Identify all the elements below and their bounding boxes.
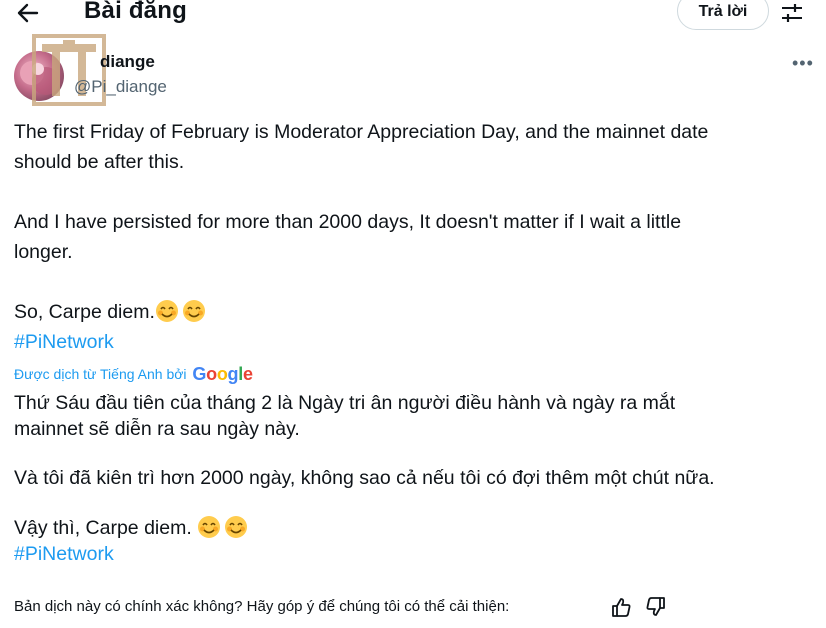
smiling-face-emoji-icon <box>155 300 178 322</box>
hashtag-link[interactable]: #PiNetwork <box>14 327 114 357</box>
author-name[interactable]: diange <box>100 52 155 72</box>
top-bar: Bài đăng Trả lời <box>0 0 826 30</box>
thumbs-up-icon[interactable] <box>610 596 632 618</box>
smiling-face-emoji-icon <box>182 300 205 322</box>
thumbs-down-icon[interactable] <box>645 596 667 618</box>
translated-hashtag-link[interactable]: #PiNetwork <box>14 540 114 568</box>
original-paragraph-3: So, Carpe diem. <box>14 297 814 327</box>
google-logo: Google <box>192 364 253 384</box>
translated-paragraph-2: Và tôi đã kiên trì hơn 2000 ngày, không … <box>14 467 715 489</box>
original-paragraph-1: The first Friday of February is Moderato… <box>14 117 814 177</box>
translated-p1-line1: Thứ Sáu đầu tiên của tháng 2 là Ngày tri… <box>14 392 676 414</box>
original-paragraph-2: And I have persisted for more than 2000 … <box>14 207 814 267</box>
translated-paragraph-3: Vậy thì, Carpe diem. <box>14 514 814 542</box>
author-handle[interactable]: @Pi_diange <box>74 77 167 97</box>
smiling-face-emoji-icon <box>198 516 221 538</box>
original-p3-text: So, Carpe diem. <box>14 301 155 323</box>
original-p1-line2: should be after this. <box>14 151 185 173</box>
original-p2-line1: And I have persisted for more than 2000 … <box>14 211 682 233</box>
original-p2-line2: longer. <box>14 241 73 263</box>
arrow-left-icon[interactable] <box>14 0 42 26</box>
smiling-face-emoji-icon <box>225 516 248 538</box>
page-title: Bài đăng <box>84 0 187 24</box>
more-options-icon[interactable]: ••• <box>792 53 814 74</box>
translated-p1-line2: mainnet sẽ diễn ra sau ngày này. <box>14 418 300 440</box>
translated-paragraph-1: Thứ Sáu đầu tiên của tháng 2 là Ngày tri… <box>14 390 814 442</box>
translation-note[interactable]: Được dịch từ Tiếng Anh bởi Google <box>14 364 253 384</box>
translation-feedback-question: Bản dịch này có chính xác không? Hãy góp… <box>14 598 510 615</box>
original-p1-line1: The first Friday of February is Moderato… <box>14 121 709 143</box>
reply-button[interactable]: Trả lời <box>677 0 769 30</box>
sliders-icon[interactable] <box>780 2 804 24</box>
translation-note-text: Được dịch từ Tiếng Anh bởi <box>14 366 187 382</box>
translated-p3-text: Vậy thì, Carpe diem. <box>14 517 198 539</box>
